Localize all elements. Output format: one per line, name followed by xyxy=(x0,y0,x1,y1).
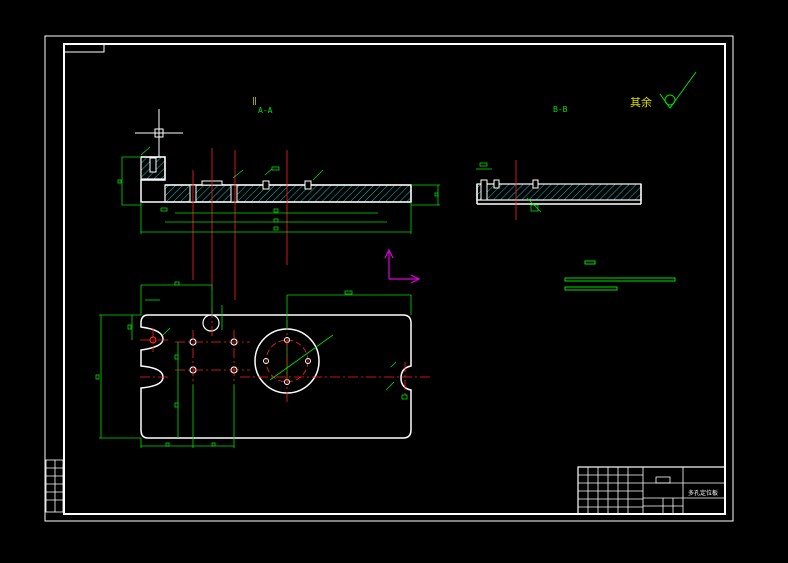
ucs-axis-icon xyxy=(384,248,421,284)
roughness-symbol-icon xyxy=(659,71,697,109)
section-a-hatch xyxy=(164,184,412,203)
section-b-label: B-B xyxy=(553,105,568,114)
cad-drawing-canvas[interactable] xyxy=(0,0,788,563)
section-a-centerlines xyxy=(192,148,288,300)
surface-finish-note: 其余 xyxy=(630,96,652,109)
plate-outline xyxy=(140,314,412,439)
drawing-name: 多孔定位板 xyxy=(688,490,719,497)
section-b-view[interactable] xyxy=(476,160,642,220)
plan-view[interactable] xyxy=(95,281,430,448)
section-a-view[interactable] xyxy=(117,146,440,300)
section-a-marker: ‖ xyxy=(252,96,257,105)
section-b-hatch xyxy=(476,183,642,201)
bolt-circle xyxy=(254,328,334,394)
plate-small-holes xyxy=(149,314,238,374)
plan-dimensions xyxy=(95,281,412,448)
section-a-label: A-A xyxy=(258,106,273,115)
plan-centerlines xyxy=(140,308,430,402)
technical-notes xyxy=(564,260,676,291)
margin-revision-table xyxy=(45,459,64,513)
crosshair-icon xyxy=(135,109,183,157)
